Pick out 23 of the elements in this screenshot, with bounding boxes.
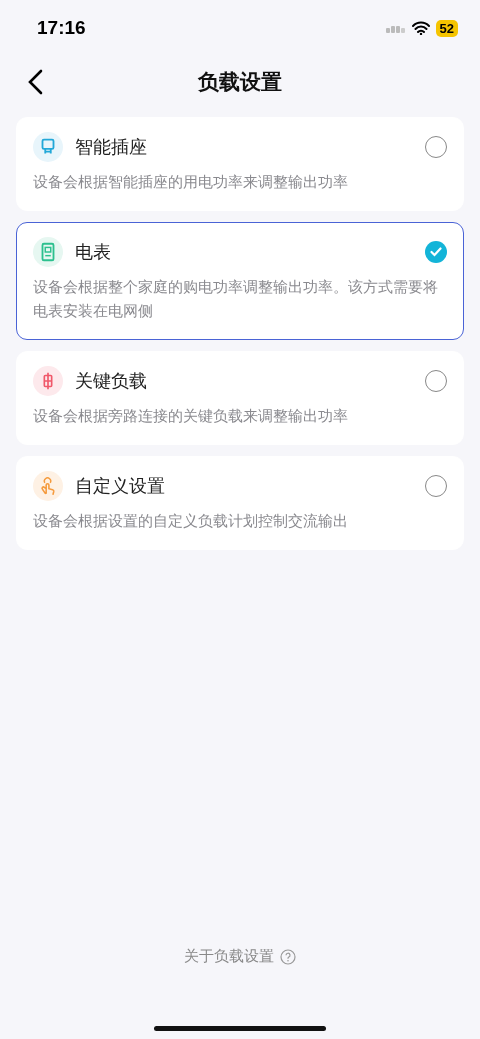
option-description: 设备会根据旁路连接的关键负载来调整输出功率 [33,407,349,426]
option-title: 电表 [75,240,112,264]
hand-icon [33,471,63,501]
option-description: 设备会根据整个家庭的购电功率调整输出功率。该方式需要将电表安装在电网侧 [33,278,439,321]
battery-level: 52 [435,19,458,37]
option-card[interactable]: 自定义设置 设备会根据设置的自定义负载计划控制交流输出 [16,456,464,550]
plug-icon [33,132,63,162]
option-description: 设备会根据智能插座的用电功率来调整输出功率 [33,173,349,192]
option-description: 设备会根据设置的自定义负载计划控制交流输出 [33,512,349,531]
page-title: 负载设置 [198,69,282,96]
meter-icon [33,237,63,267]
option-title: 智能插座 [75,135,148,159]
signal-icon [385,23,406,33]
status-time: 17:16 [37,17,86,39]
wifi-icon [411,21,430,35]
option-card[interactable]: 智能插座 设备会根据智能插座的用电功率来调整输出功率 [16,117,464,211]
option-card[interactable]: 电表 设备会根据整个家庭的购电功率调整输出功率。该方式需要将电表安装在电网侧 [16,222,464,340]
option-title: 关键负载 [75,369,148,393]
plug-icon [33,366,63,396]
radio-checked-icon[interactable] [425,241,447,263]
option-title: 自定义设置 [75,474,166,498]
option-card[interactable]: 关键负载 设备会根据旁路连接的关键负载来调整输出功率 [16,351,464,445]
help-icon[interactable] [280,948,296,965]
